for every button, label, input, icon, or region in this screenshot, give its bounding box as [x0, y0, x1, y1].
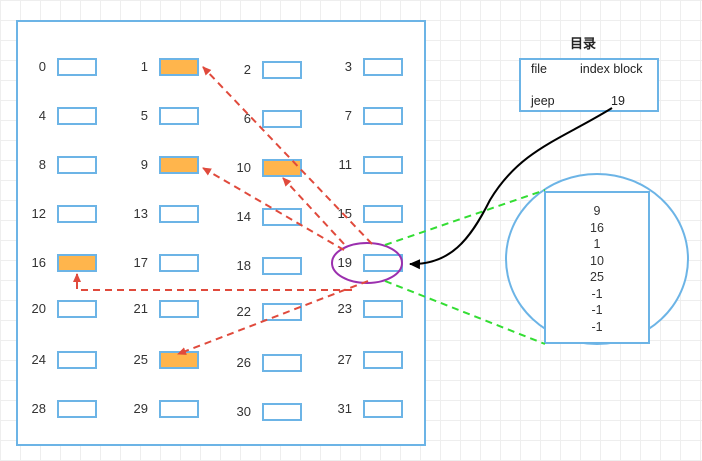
directory-to-index-arrow: [409, 107, 613, 270]
zoom-line-bottom: [384, 280, 546, 345]
pointer-arrows: [73, 66, 613, 355]
pointer-arrow-to-block-9: [202, 167, 345, 251]
pointer-arrow-to-block-25: [177, 280, 369, 355]
zoom-line-top: [384, 189, 546, 246]
pointer-arrow-to-block-16: [73, 273, 352, 291]
diagram-stage: 0 1 2 3 4 5 6 7 8 9 10 11 12 13 14 15 16 17 18 19 20 21 22 23 24…: [0, 0, 702, 461]
pointer-arrow-to-block-10: [282, 177, 345, 245]
